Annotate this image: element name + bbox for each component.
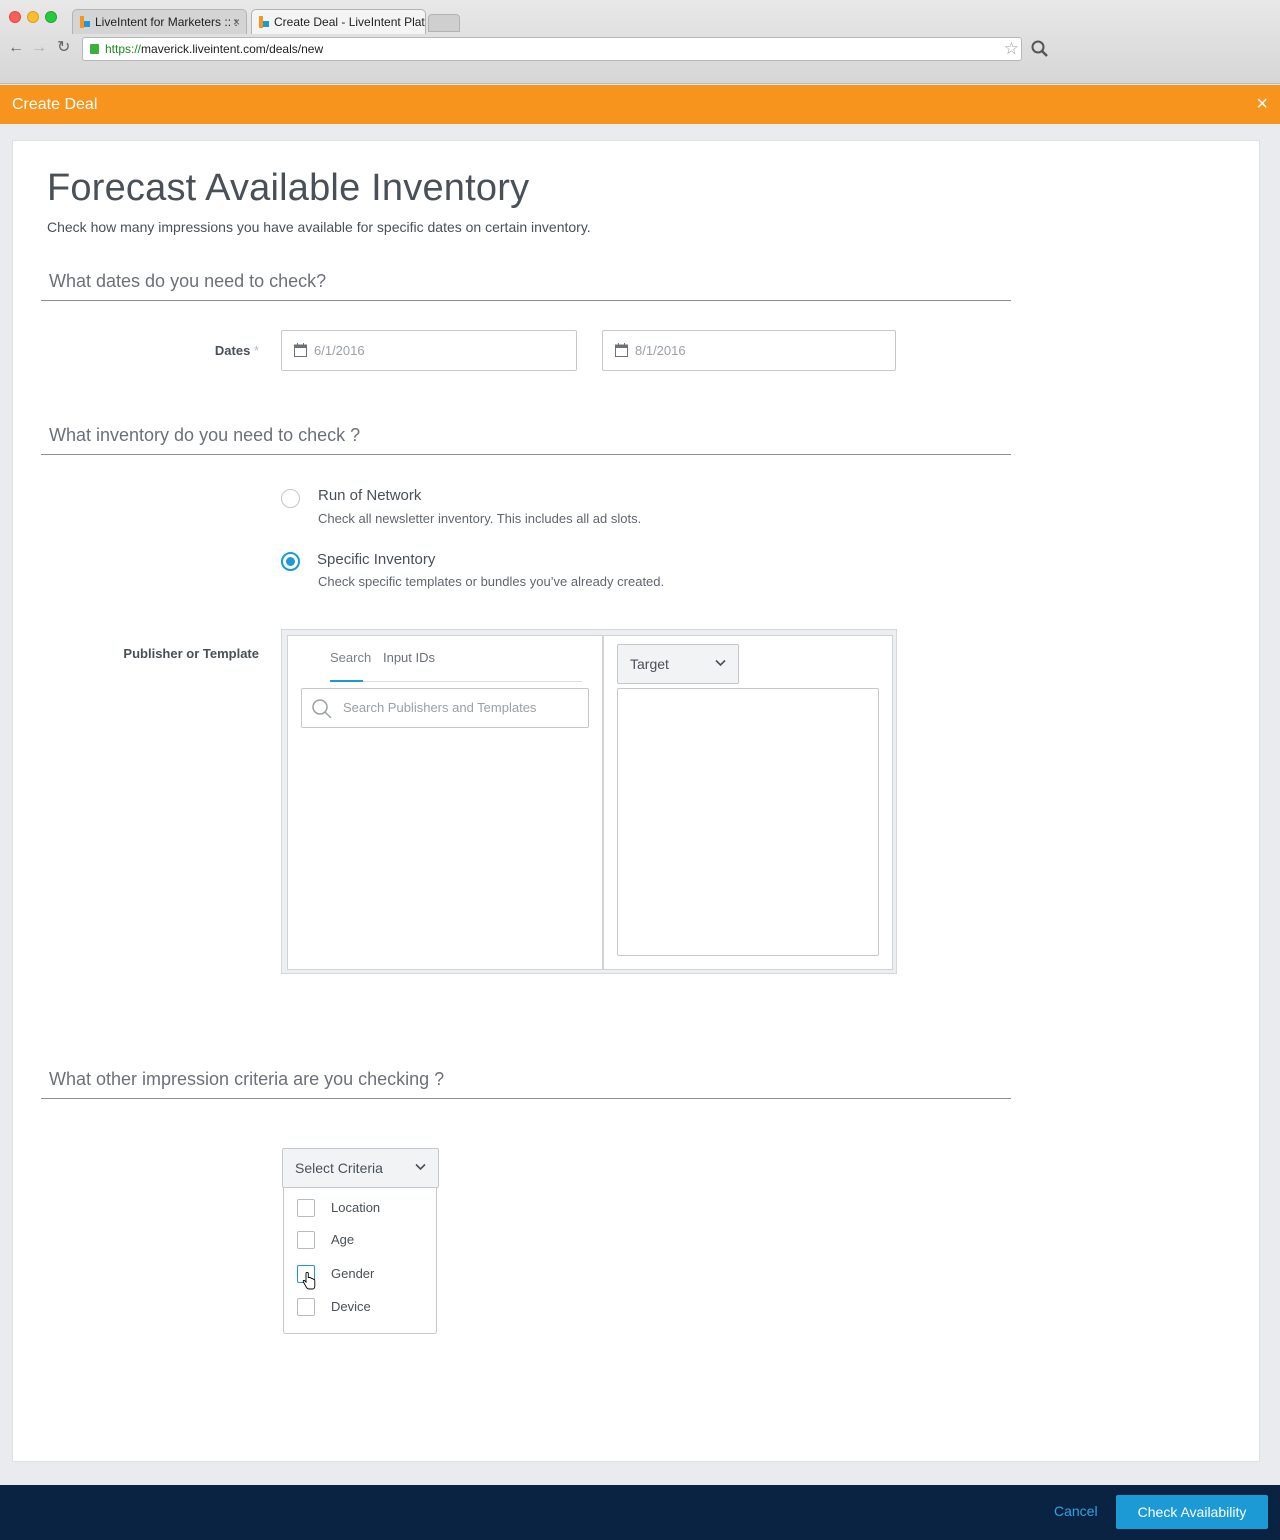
specific-inventory-title: Specific Inventory (317, 551, 436, 568)
reload-icon[interactable]: ↻ (57, 38, 70, 58)
hand-pointer-icon (302, 1272, 316, 1290)
liveintent-favicon-icon (259, 16, 269, 28)
liveintent-favicon-icon (80, 16, 90, 28)
criteria-option-label: Device (331, 1299, 371, 1314)
forecast-panel: Forecast Available Inventory Check how m… (12, 140, 1260, 1462)
calendar-icon (294, 343, 307, 357)
window-zoom-button[interactable] (45, 11, 57, 23)
browser-chrome: LiveIntent for Marketers :: : × Create D… (0, 0, 1280, 84)
calendar-icon (615, 343, 628, 357)
chevron-down-icon (415, 1163, 426, 1171)
url-path: maverick.liveintent.com/deals/new (141, 42, 324, 56)
cancel-button[interactable]: Cancel (1054, 1503, 1098, 1519)
create-deal-header: Create Deal × (0, 85, 1280, 124)
url-scheme: https:// (105, 42, 142, 56)
end-date-input[interactable]: 8/1/2016 (602, 330, 896, 371)
back-arrow-icon[interactable]: ← (8, 38, 24, 58)
criteria-option-label: Gender (331, 1266, 375, 1281)
select-criteria-label: Select Criteria (295, 1160, 383, 1176)
browser-tab-create-deal[interactable]: Create Deal - LiveIntent Platform (251, 9, 426, 34)
run-of-network-description: Check all newsletter inventory. This inc… (318, 511, 642, 526)
end-date-value: 8/1/2016 (635, 343, 686, 358)
bookmark-star-icon[interactable]: ☆ (1004, 38, 1019, 60)
tab-label: LiveIntent for Marketers :: : (95, 15, 238, 29)
specific-inventory-radio[interactable] (281, 552, 300, 571)
page-title: Forecast Available Inventory (47, 167, 530, 209)
tab-close-icon[interactable]: × (233, 10, 240, 34)
location-checkbox[interactable] (297, 1199, 315, 1217)
tab-input-ids[interactable]: Input IDs (382, 636, 436, 682)
browser-tab-marketers[interactable]: LiveIntent for Marketers :: : × (72, 9, 247, 34)
publisher-or-template-label: Publisher or Template (123, 646, 259, 661)
start-date-input[interactable]: 6/1/2016 (281, 330, 577, 371)
target-select-value: Target (630, 656, 669, 672)
search-icon (312, 699, 332, 719)
picker-target-pane: Target (603, 635, 893, 970)
publisher-search-input[interactable]: Search Publishers and Templates (301, 688, 589, 728)
age-checkbox[interactable] (297, 1231, 315, 1249)
inventory-section-heading: What inventory do you need to check ? (41, 425, 1011, 455)
run-of-network-radio[interactable] (281, 489, 300, 508)
search-icon[interactable] (1030, 39, 1050, 59)
specific-inventory-description: Check specific templates or bundles you’… (318, 574, 665, 589)
forward-arrow-icon[interactable]: → (31, 38, 47, 58)
select-criteria-dropdown[interactable]: Select Criteria (282, 1148, 439, 1188)
footer-bar: Cancel Check Availability (0, 1485, 1280, 1540)
new-tab-button[interactable] (428, 14, 460, 32)
criteria-option-label: Location (331, 1200, 381, 1215)
page-subtitle: Check how many impressions you have avai… (47, 219, 591, 235)
tab-search[interactable]: Search (330, 636, 371, 682)
tab-label: Create Deal - LiveIntent Platform (274, 15, 425, 29)
dates-label: Dates * (203, 343, 259, 358)
criteria-option-label: Age (331, 1232, 355, 1247)
dates-section-heading: What dates do you need to check? (41, 271, 1011, 301)
picker-tabs: Search Input IDs (330, 636, 582, 682)
chevron-down-icon (715, 659, 726, 667)
start-date-value: 6/1/2016 (314, 343, 365, 358)
close-icon[interactable]: × (1256, 85, 1268, 124)
target-select[interactable]: Target (617, 644, 739, 684)
check-availability-button[interactable]: Check Availability (1116, 1495, 1268, 1529)
header-title: Create Deal (12, 96, 98, 113)
window-close-button[interactable] (9, 11, 21, 23)
required-mark: * (253, 343, 259, 358)
lock-icon (90, 44, 99, 54)
address-bar[interactable]: https://maverick.liveintent.com/deals/ne… (82, 37, 1022, 61)
criteria-section-heading: What other impression criteria are you c… (41, 1069, 1011, 1099)
criteria-menu: Location Age Gender Device (283, 1188, 437, 1334)
window-minimize-button[interactable] (27, 11, 39, 23)
target-list-box[interactable] (617, 688, 879, 956)
picker-source-pane: Search Input IDs Search Publishers and T… (287, 635, 603, 970)
search-placeholder: Search Publishers and Templates (343, 700, 537, 715)
publisher-template-picker: Search Input IDs Search Publishers and T… (281, 629, 897, 974)
device-checkbox[interactable] (297, 1298, 315, 1316)
dates-label-text: Dates (214, 343, 251, 358)
run-of-network-title: Run of Network (318, 487, 422, 504)
